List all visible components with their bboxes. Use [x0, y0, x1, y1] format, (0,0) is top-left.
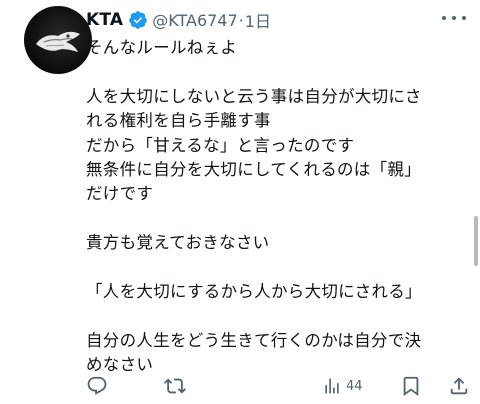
- tweet-line: 無条件に自分を大切にしてくれるのは「親」: [86, 159, 422, 179]
- author-handle[interactable]: @KTA6747: [152, 11, 237, 30]
- action-bar: 44: [86, 372, 468, 400]
- reply-button[interactable]: [86, 372, 108, 400]
- tweet-line: だから「甘えるな」と言ったのです: [86, 135, 355, 155]
- views-count: 44: [346, 378, 363, 394]
- tweet-header: KTA @KTA6747 · 1日: [86, 6, 271, 34]
- tweet-line: 人を大切にしないと云う事は自分が大切にさ: [86, 86, 422, 106]
- scrollbar[interactable]: [474, 216, 478, 266]
- tweet-text: そんなルールねぇよ 人を大切にしないと云う事は自分が大切にさ れる権利を自ら手離…: [86, 36, 456, 377]
- retweet-icon: [164, 375, 186, 397]
- tweet-line: だけです: [86, 184, 154, 204]
- views-button[interactable]: 44: [322, 372, 363, 400]
- verified-badge-icon: [128, 10, 148, 30]
- tweet-line: 「人を大切にするから人から大切にされる」: [86, 281, 422, 301]
- tweet-line: そんなルールねぇよ: [86, 38, 238, 57]
- tweet-line: 自分の人生をどう生きて行くのかは自分で決: [86, 330, 422, 350]
- bookmark-icon: [400, 375, 422, 397]
- bookmark-button[interactable]: [400, 372, 422, 400]
- retweet-button[interactable]: [164, 372, 186, 400]
- views-icon: [322, 376, 342, 396]
- reply-icon: [86, 375, 108, 397]
- tweet-line: れる権利を自ら手離す事: [86, 111, 271, 131]
- share-icon: [448, 375, 470, 397]
- more-options-icon[interactable]: [442, 14, 466, 22]
- timestamp[interactable]: 1日: [245, 8, 271, 32]
- separator-dot: ·: [238, 10, 244, 30]
- share-button[interactable]: [448, 372, 470, 400]
- tweet-line: 貴方も覚えておきなさい: [86, 233, 270, 253]
- avatar[interactable]: [24, 6, 92, 74]
- tweet[interactable]: KTA @KTA6747 · 1日 そんなルールねぇよ 人を大切にしないと云う事…: [0, 0, 480, 404]
- author-name[interactable]: KTA: [86, 10, 123, 30]
